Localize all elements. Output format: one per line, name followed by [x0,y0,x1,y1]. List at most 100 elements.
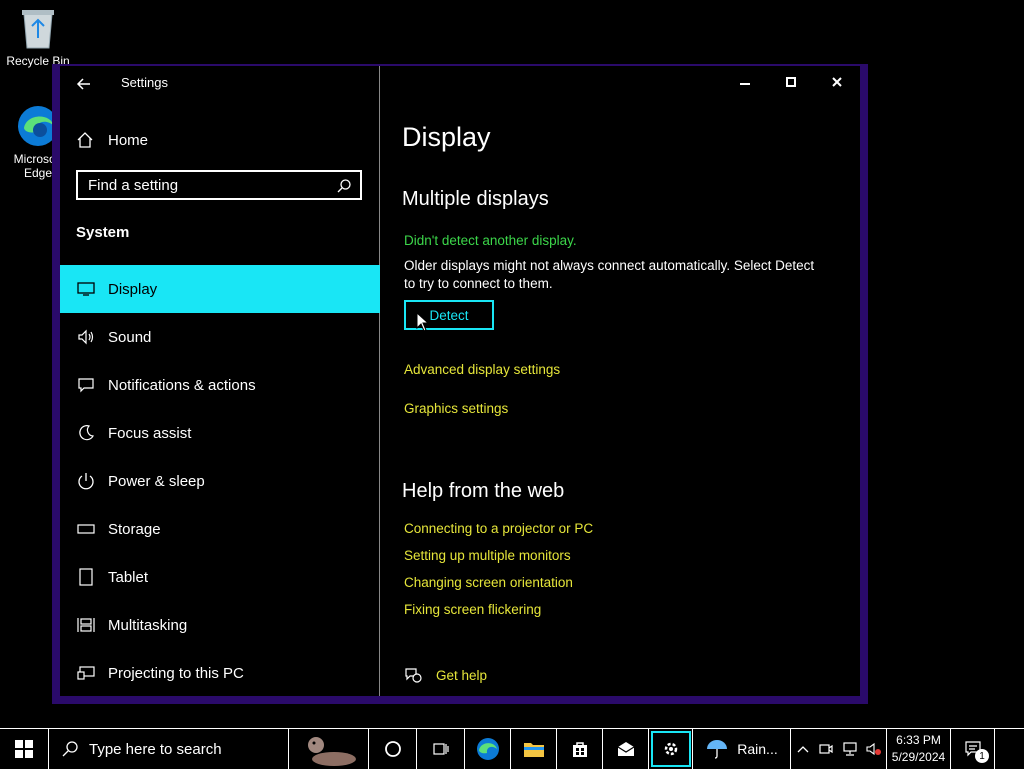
meet-now-icon [819,744,833,754]
multitasking-icon [76,615,96,635]
task-view-button[interactable] [416,729,464,769]
speaker-icon [76,327,96,347]
taskbar-store-button[interactable] [556,729,602,769]
info-text-line2: to try to connect to them. [404,276,553,291]
window-controls [722,66,860,98]
nav-label: Power & sleep [108,472,205,490]
windows-logo-icon [15,740,33,758]
nav-item-storage[interactable]: Storage [60,505,380,553]
monitor-icon [76,279,96,299]
taskbar-settings-button[interactable] [648,729,692,769]
clock[interactable]: 6:33 PM 5/29/2024 [886,729,950,769]
nav-label: Projecting to this PC [108,664,244,682]
section-heading: System [76,224,130,241]
app-title: Settings [121,75,168,90]
nav-label: Tablet [108,568,149,586]
otter-illustration-icon [307,737,356,766]
volume-button[interactable] [862,729,886,769]
start-button[interactable] [0,729,48,769]
multiple-displays-heading: Multiple displays [402,188,549,210]
nav-item-notifications[interactable]: Notifications & actions [60,361,380,409]
close-button[interactable] [814,66,860,98]
nav-item-tablet[interactable]: Tablet [60,553,380,601]
power-icon [76,471,96,491]
help-heading: Help from the web [402,480,565,502]
action-center-button[interactable]: 1 [950,729,994,769]
recycle-bin-desktop-icon[interactable]: Recycle Bin [2,6,74,68]
nav-label: Storage [108,520,161,538]
settings-window: Settings Home Find a setting System Disp… [52,64,868,704]
umbrella-rain-icon [707,740,728,759]
home-label: Home [108,131,149,149]
nav-item-multitasking[interactable]: Multitasking [60,601,380,649]
moon-icon [76,423,96,443]
mouse-cursor-icon [416,312,428,332]
help-link[interactable]: Connecting to a projector or PC [404,521,593,536]
nav-item-projecting[interactable]: Projecting to this PC [60,649,380,697]
back-arrow-icon [76,78,90,90]
graphics-settings-link[interactable]: Graphics settings [404,401,508,416]
help-link[interactable]: Fixing screen flickering [404,602,541,617]
show-desktop-button[interactable] [994,729,1024,769]
network-icon [843,742,857,756]
help-chat-icon [405,668,422,683]
show-hidden-icons-button[interactable] [790,729,814,769]
clock-date: 5/29/2024 [891,750,946,764]
weather-widget[interactable]: Rain... [692,729,790,769]
edge-icon [476,738,499,760]
get-help-link[interactable]: Get help [404,666,487,684]
cortana-button[interactable] [368,729,416,769]
nav-label: Display [108,280,158,298]
taskbar: Type here to search Rain... 6:33 PM 5/29… [0,728,1024,769]
nav-label: Notifications & actions [108,376,256,394]
close-icon [832,77,842,87]
taskbar-file-explorer-button[interactable] [510,729,556,769]
home-icon [77,132,93,148]
mail-icon [617,742,634,756]
search-icon [62,741,78,757]
nav-item-power-sleep[interactable]: Power & sleep [60,457,380,505]
chevron-up-icon [797,746,808,753]
detect-status: Didn't detect another display. [404,233,577,248]
volume-muted-icon [866,742,881,756]
find-setting-input[interactable]: Find a setting [76,170,362,200]
tablet-icon [76,567,96,587]
nav-label: Focus assist [108,424,192,442]
cortana-icon [384,741,401,757]
taskbar-edge-button[interactable] [464,729,510,769]
taskbar-mail-button[interactable] [602,729,648,769]
title-bar: Settings [60,66,380,98]
advanced-display-settings-link[interactable]: Advanced display settings [404,362,560,377]
search-icon [337,179,351,193]
nav-item-focus-assist[interactable]: Focus assist [60,409,380,457]
maximize-button[interactable] [768,66,814,98]
nav-label: Multitasking [108,616,188,634]
notification-count-badge: 1 [975,749,989,763]
maximize-icon [786,77,796,87]
main-content: Display Multiple displays Didn't detect … [381,66,860,696]
active-app-highlight [650,731,691,767]
help-link[interactable]: Changing screen orientation [404,575,573,590]
back-button[interactable] [72,72,96,96]
minimize-icon [740,83,750,85]
nav-item-sound[interactable]: Sound [60,313,380,361]
search-highlight-image[interactable] [288,729,368,769]
minimize-button[interactable] [722,66,768,98]
recycle-bin-icon [22,10,54,49]
home-link[interactable]: Home [76,128,148,152]
folder-icon [523,743,544,757]
taskbar-search-box[interactable]: Type here to search [48,729,288,769]
nav-list: Display Sound Notifications & actions Fo… [60,265,380,697]
projecting-icon [76,663,96,683]
get-help-label: Get help [436,667,488,683]
meet-now-button[interactable] [814,729,838,769]
sidebar: Settings Home Find a setting System Disp… [60,66,380,696]
nav-label: Sound [108,328,152,346]
nav-item-display[interactable]: Display [60,265,380,313]
info-text-line1: Older displays might not always connect … [404,258,815,273]
help-link[interactable]: Setting up multiple monitors [404,548,571,563]
storage-icon [76,519,96,539]
search-placeholder: Find a setting [88,176,179,194]
network-button[interactable] [838,729,862,769]
taskbar-search-placeholder: Type here to search [89,740,222,758]
